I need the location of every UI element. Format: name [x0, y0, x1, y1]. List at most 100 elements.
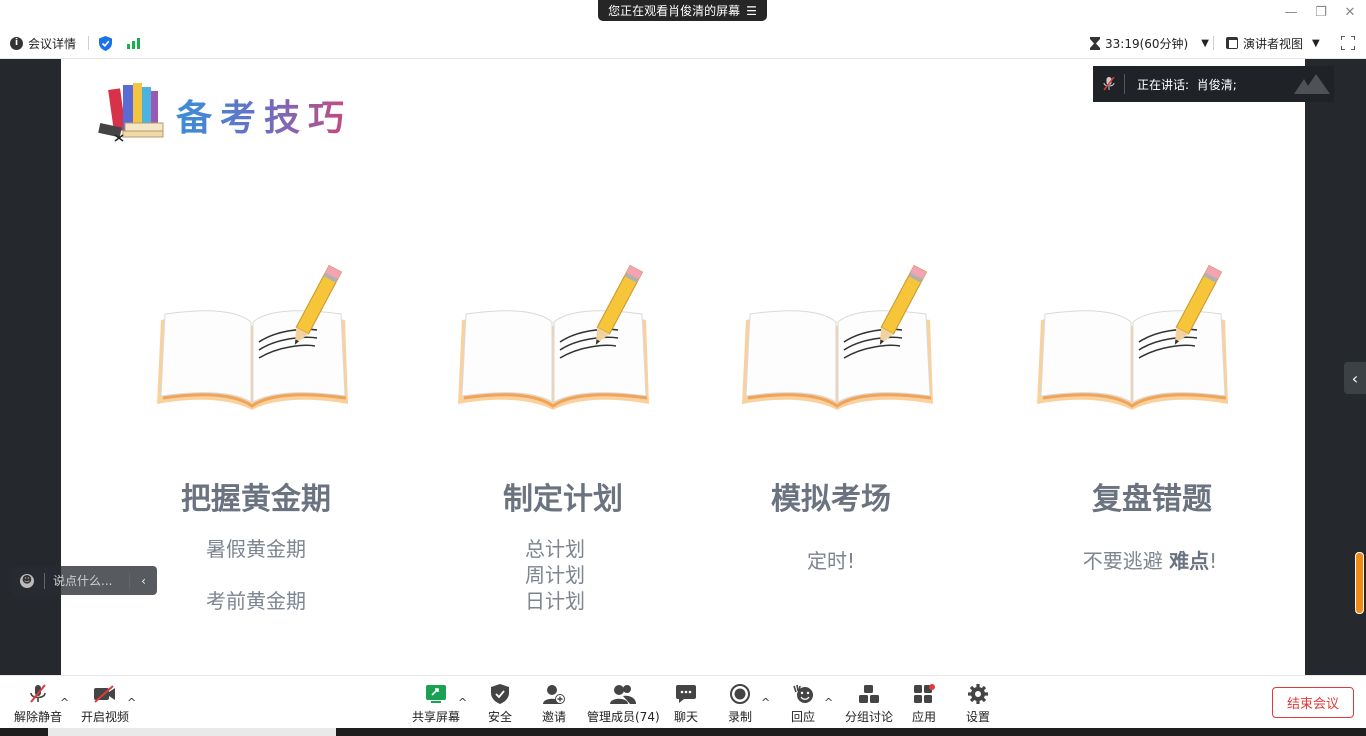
chat-button[interactable]: 聊天	[674, 682, 698, 725]
chevron-up-icon[interactable]: ^	[761, 696, 770, 709]
timer-label: 33:19(60分钟)	[1105, 36, 1189, 51]
restore-icon[interactable]: ❐	[1311, 4, 1331, 22]
divider	[1213, 36, 1214, 50]
collapse-panel-button[interactable]: ‹	[1344, 362, 1366, 394]
meeting-info-button[interactable]: i 会议详情	[10, 28, 76, 58]
notebook-pencil-icon	[157, 264, 348, 410]
apps-grid-icon	[913, 682, 935, 706]
notebook-illustration	[740, 264, 935, 419]
minimize-icon[interactable]: —	[1281, 4, 1301, 22]
reaction-hand-icon	[792, 682, 814, 706]
chevron-down-icon[interactable]: ▼	[1201, 38, 1209, 49]
column-line-emphasis: 难点	[1169, 549, 1210, 573]
viewing-banner-text: 您正在观看肖俊清的屏幕	[608, 4, 741, 18]
shield-check-icon	[99, 35, 112, 51]
column-line: 总计划	[525, 537, 585, 561]
emoji-icon[interactable]: ☻	[20, 573, 34, 588]
notebook-pencil-icon	[458, 264, 649, 410]
shield-icon	[491, 682, 509, 706]
column-line: 不要逃避 难点!	[1030, 545, 1270, 574]
viewing-banner[interactable]: 您正在观看肖俊清的屏幕 ☰	[598, 0, 767, 21]
signal-bars-icon	[127, 37, 140, 49]
participants-label: 管理成员(74)	[587, 710, 660, 724]
share-screen-icon	[425, 682, 447, 706]
muted-mic-icon	[29, 682, 47, 706]
hourglass-icon	[1090, 36, 1100, 50]
speaking-label: 正在讲话: 肖俊清;	[1125, 76, 1237, 93]
add-person-icon	[543, 682, 565, 706]
chat-input[interactable]: 说点什么...	[44, 572, 129, 589]
books-logo-icon	[98, 83, 164, 142]
breakout-rooms-button[interactable]: 分组讨论	[845, 682, 893, 725]
chevron-left-icon[interactable]: ‹	[129, 572, 157, 589]
reactions-label: 回应	[791, 710, 816, 724]
column-line: 定时!	[806, 549, 856, 573]
chevron-up-icon[interactable]: ^	[60, 696, 69, 709]
column-line: 暑假黄金期	[206, 537, 306, 561]
notebook-pencil-icon	[742, 264, 933, 410]
column-line: 日计划	[525, 589, 585, 613]
meeting-info-label: 会议详情	[28, 36, 77, 51]
close-icon[interactable]: ✕	[1340, 4, 1360, 22]
chevron-up-icon[interactable]: ^	[127, 696, 136, 709]
participants-button[interactable]: 管理成员(74)	[587, 682, 660, 725]
slide-title: 备考技巧	[176, 89, 352, 141]
speaking-prefix: 正在讲话:	[1137, 77, 1190, 92]
fullscreen-icon	[1341, 36, 1355, 50]
title-bar: 您正在观看肖俊清的屏幕 ☰ — ❐ ✕	[0, 0, 1366, 28]
speaker-thumbnail-icon	[1294, 74, 1330, 94]
record-button[interactable]: 录制	[728, 682, 752, 725]
notebook-illustration	[1035, 264, 1230, 419]
notebook-pencil-icon	[1037, 264, 1228, 410]
participants-icon	[610, 682, 637, 706]
start-video-button[interactable]: 开启视频	[81, 682, 129, 725]
chevron-up-icon[interactable]: ^	[824, 696, 833, 709]
view-mode-label: 演讲者视图	[1243, 36, 1304, 51]
meeting-toolbar: i 会议详情 33:19(60分钟) ▼ 演讲者视图 ▼	[0, 28, 1366, 59]
os-taskbar	[0, 728, 1366, 736]
chevron-up-icon[interactable]: ^	[458, 696, 467, 709]
video-off-icon	[93, 682, 117, 706]
share-screen-label: 共享屏幕	[412, 710, 461, 724]
meeting-timer[interactable]: 33:19(60分钟) ▼	[1090, 28, 1209, 58]
security-shield-button[interactable]	[99, 28, 112, 58]
unmute-button[interactable]: 解除静音	[14, 682, 62, 725]
invite-button[interactable]: 邀请	[542, 682, 566, 725]
network-signal-button[interactable]	[127, 28, 140, 58]
settings-label: 设置	[966, 710, 991, 724]
info-icon: i	[10, 36, 23, 50]
gear-icon	[968, 682, 988, 706]
view-mode-button[interactable]: 演讲者视图 ▼	[1226, 28, 1320, 58]
speaker-view-icon	[1226, 37, 1238, 49]
fullscreen-button[interactable]	[1341, 28, 1355, 58]
security-button[interactable]: 安全	[488, 682, 512, 725]
column-heading-review-mistakes: 复盘错题	[1092, 482, 1212, 517]
active-speaker-indicator: 正在讲话: 肖俊清;	[1093, 66, 1334, 102]
column-line-prefix: 不要逃避	[1082, 549, 1163, 573]
divider	[88, 36, 89, 50]
menu-icon[interactable]: ☰	[746, 4, 757, 18]
speaker-name: 肖俊清;	[1196, 77, 1237, 92]
quick-chat-bar[interactable]: ☻ 说点什么... ‹	[12, 566, 157, 595]
invite-label: 邀请	[542, 710, 567, 724]
reactions-button[interactable]: 回应	[791, 682, 815, 725]
settings-button[interactable]: 设置	[966, 682, 990, 725]
column-line-suffix: !	[1209, 549, 1218, 573]
apps-button[interactable]: 应用	[912, 682, 936, 725]
share-screen-button[interactable]: 共享屏幕	[412, 682, 460, 725]
column-heading-golden-period: 把握黄金期	[181, 482, 331, 517]
chevron-down-icon: ▼	[1312, 37, 1320, 49]
muted-mic-icon	[1093, 74, 1125, 94]
end-meeting-button[interactable]: 结束会议	[1272, 687, 1354, 718]
unmute-label: 解除静音	[14, 710, 63, 724]
chat-label: 聊天	[674, 710, 699, 724]
apps-label: 应用	[912, 710, 937, 724]
notebook-illustration	[456, 264, 651, 419]
meeting-window: 您正在观看肖俊清的屏幕 ☰ — ❐ ✕ i 会议详情 33:19(60分钟) ▼…	[0, 0, 1366, 736]
bottom-toolbar: 解除静音 ^ 开启视频 ^ 共享屏幕 ^ 安全 邀请 管理成员(74) 聊天 录…	[0, 675, 1366, 728]
breakout-rooms-icon	[859, 682, 879, 706]
start-video-label: 开启视频	[81, 710, 130, 724]
chevron-left-icon: ‹	[1351, 368, 1359, 388]
scrollbar-thumb[interactable]	[1355, 552, 1364, 614]
notebook-illustration	[155, 264, 350, 419]
